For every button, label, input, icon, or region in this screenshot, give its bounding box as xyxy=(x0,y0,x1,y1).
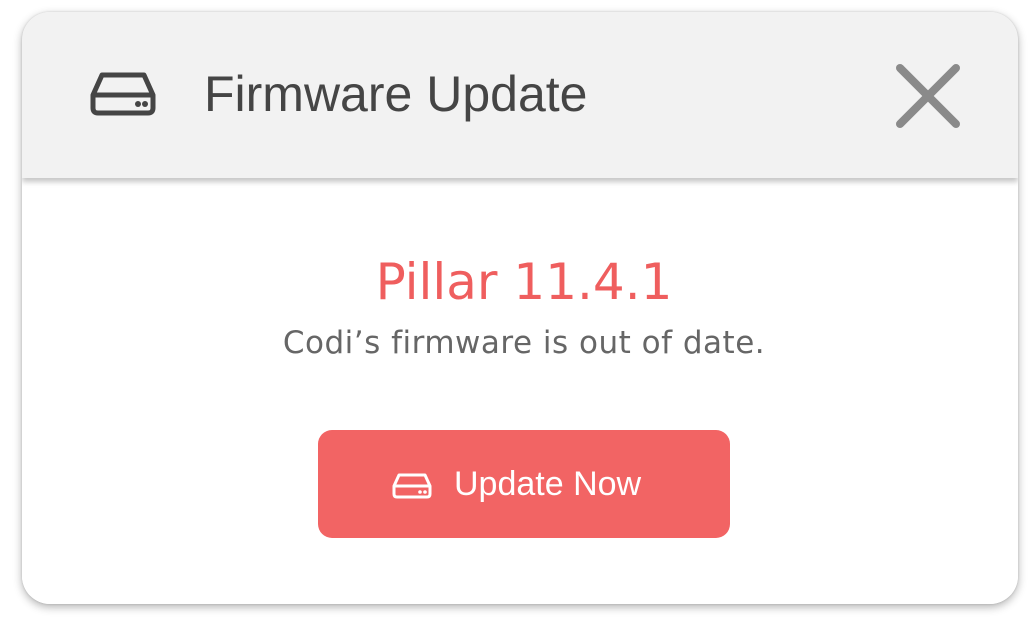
dialog-body: Pillar 11.4.1 Codi’s firmware is out of … xyxy=(22,178,1018,604)
hard-drive-icon xyxy=(89,70,157,118)
close-button[interactable] xyxy=(892,60,964,132)
firmware-version-label: Pillar 11.4.1 xyxy=(375,253,673,311)
status-message: Codi’s firmware is out of date. xyxy=(282,325,766,361)
firmware-update-dialog: Firmware Update Pillar 11.4.1 Codi’s fir… xyxy=(22,12,1018,604)
dialog-header: Firmware Update xyxy=(22,12,1018,178)
close-icon[interactable] xyxy=(892,60,964,132)
update-now-button-label: Update Now xyxy=(454,465,642,503)
update-now-button[interactable]: Update Now xyxy=(318,430,730,538)
hard-drive-icon xyxy=(391,472,433,500)
dialog-title: Firmware Update xyxy=(204,66,588,122)
